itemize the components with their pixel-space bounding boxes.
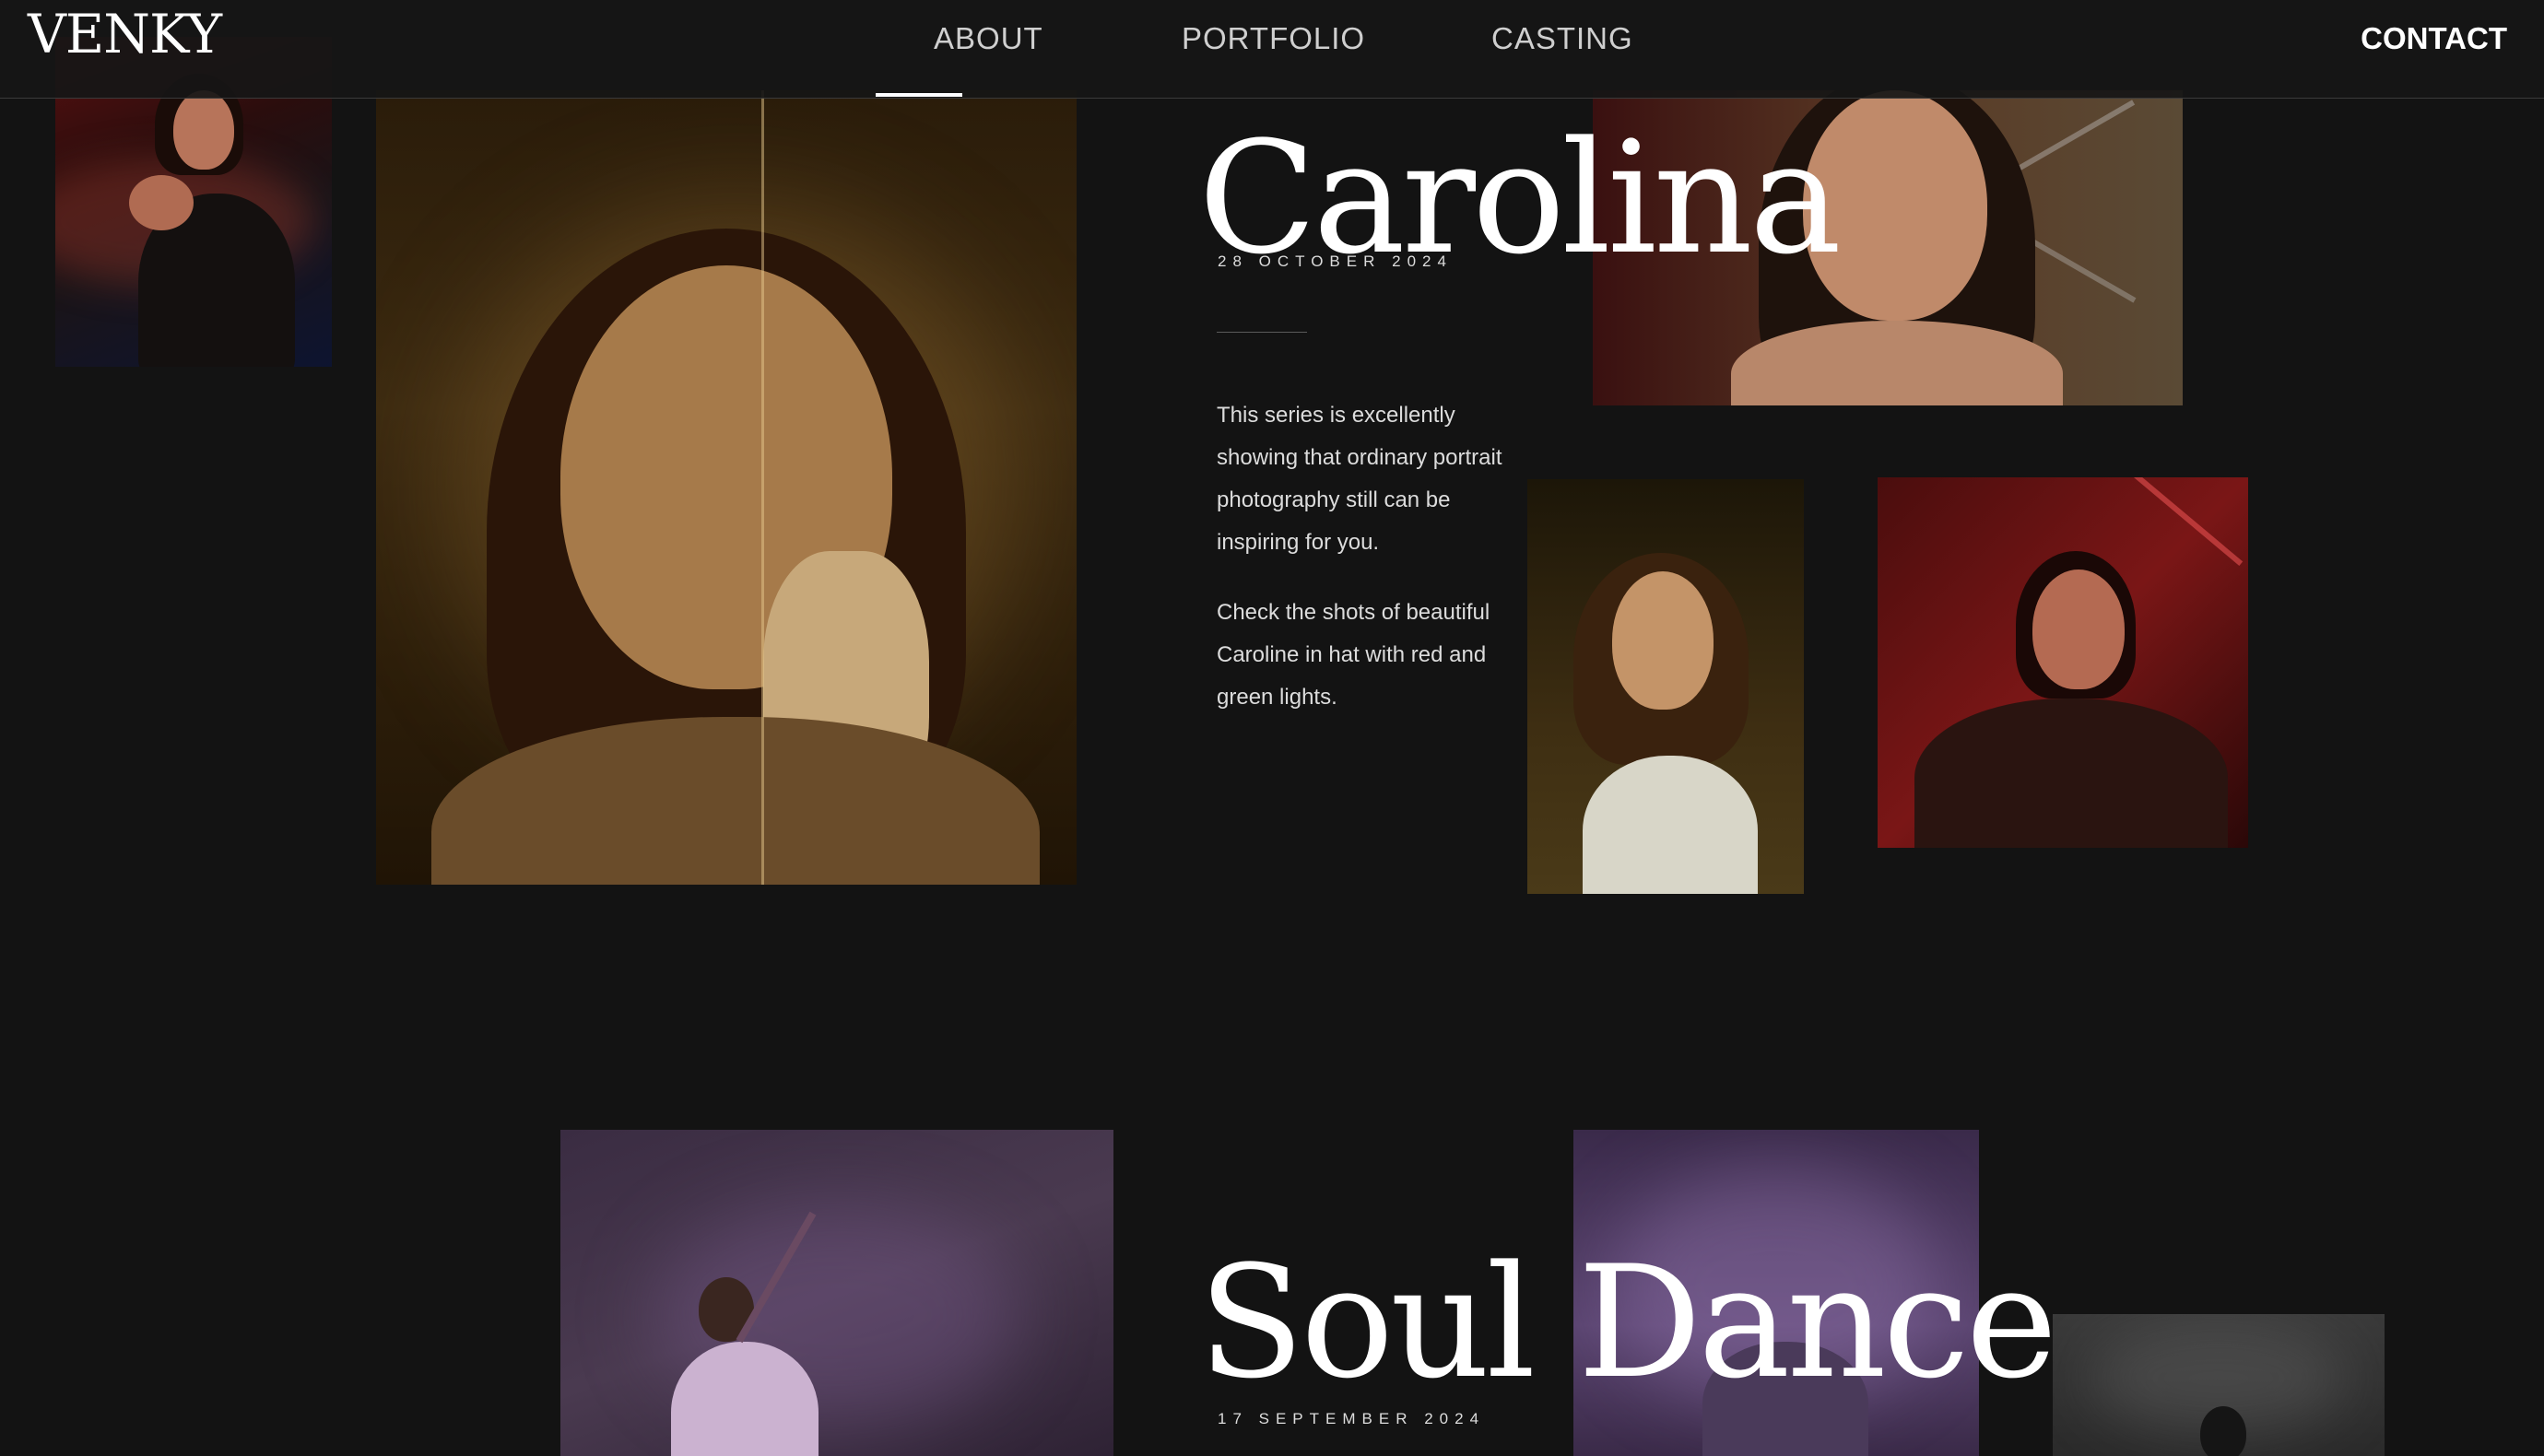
nav-about[interactable]: ABOUT <box>934 18 1043 59</box>
carolina-photo-5[interactable] <box>1878 477 2248 848</box>
carolina-photo-4[interactable] <box>1527 479 1804 894</box>
carolina-paragraph-2: Check the shots of beautiful Caroline in… <box>1217 600 1490 710</box>
nav-portfolio[interactable]: PORTFOLIO <box>1182 18 1365 59</box>
carolina-paragraph-1: This series is excellently showing that … <box>1217 403 1502 555</box>
nav-active-indicator <box>876 93 962 97</box>
contact-button[interactable]: CONTACT <box>2361 18 2507 59</box>
soul-dance-photo-3[interactable] <box>2053 1314 2385 1456</box>
soul-dance-title[interactable]: Soul Dance <box>1198 1239 2057 1405</box>
carolina-photo-2[interactable] <box>376 90 1077 885</box>
carolina-date: 28 OCTOBER 2024 <box>1218 252 1453 270</box>
carolina-divider <box>1217 332 1307 333</box>
nav-casting[interactable]: CASTING <box>1491 18 1633 59</box>
soul-dance-photo-1[interactable] <box>560 1130 1113 1456</box>
site-logo[interactable]: VENKY <box>28 4 222 65</box>
soul-dance-date: 17 SEPTEMBER 2024 <box>1218 1410 1486 1427</box>
site-header: VENKY ABOUT PORTFOLIO CASTING CONTACT <box>0 0 2544 99</box>
